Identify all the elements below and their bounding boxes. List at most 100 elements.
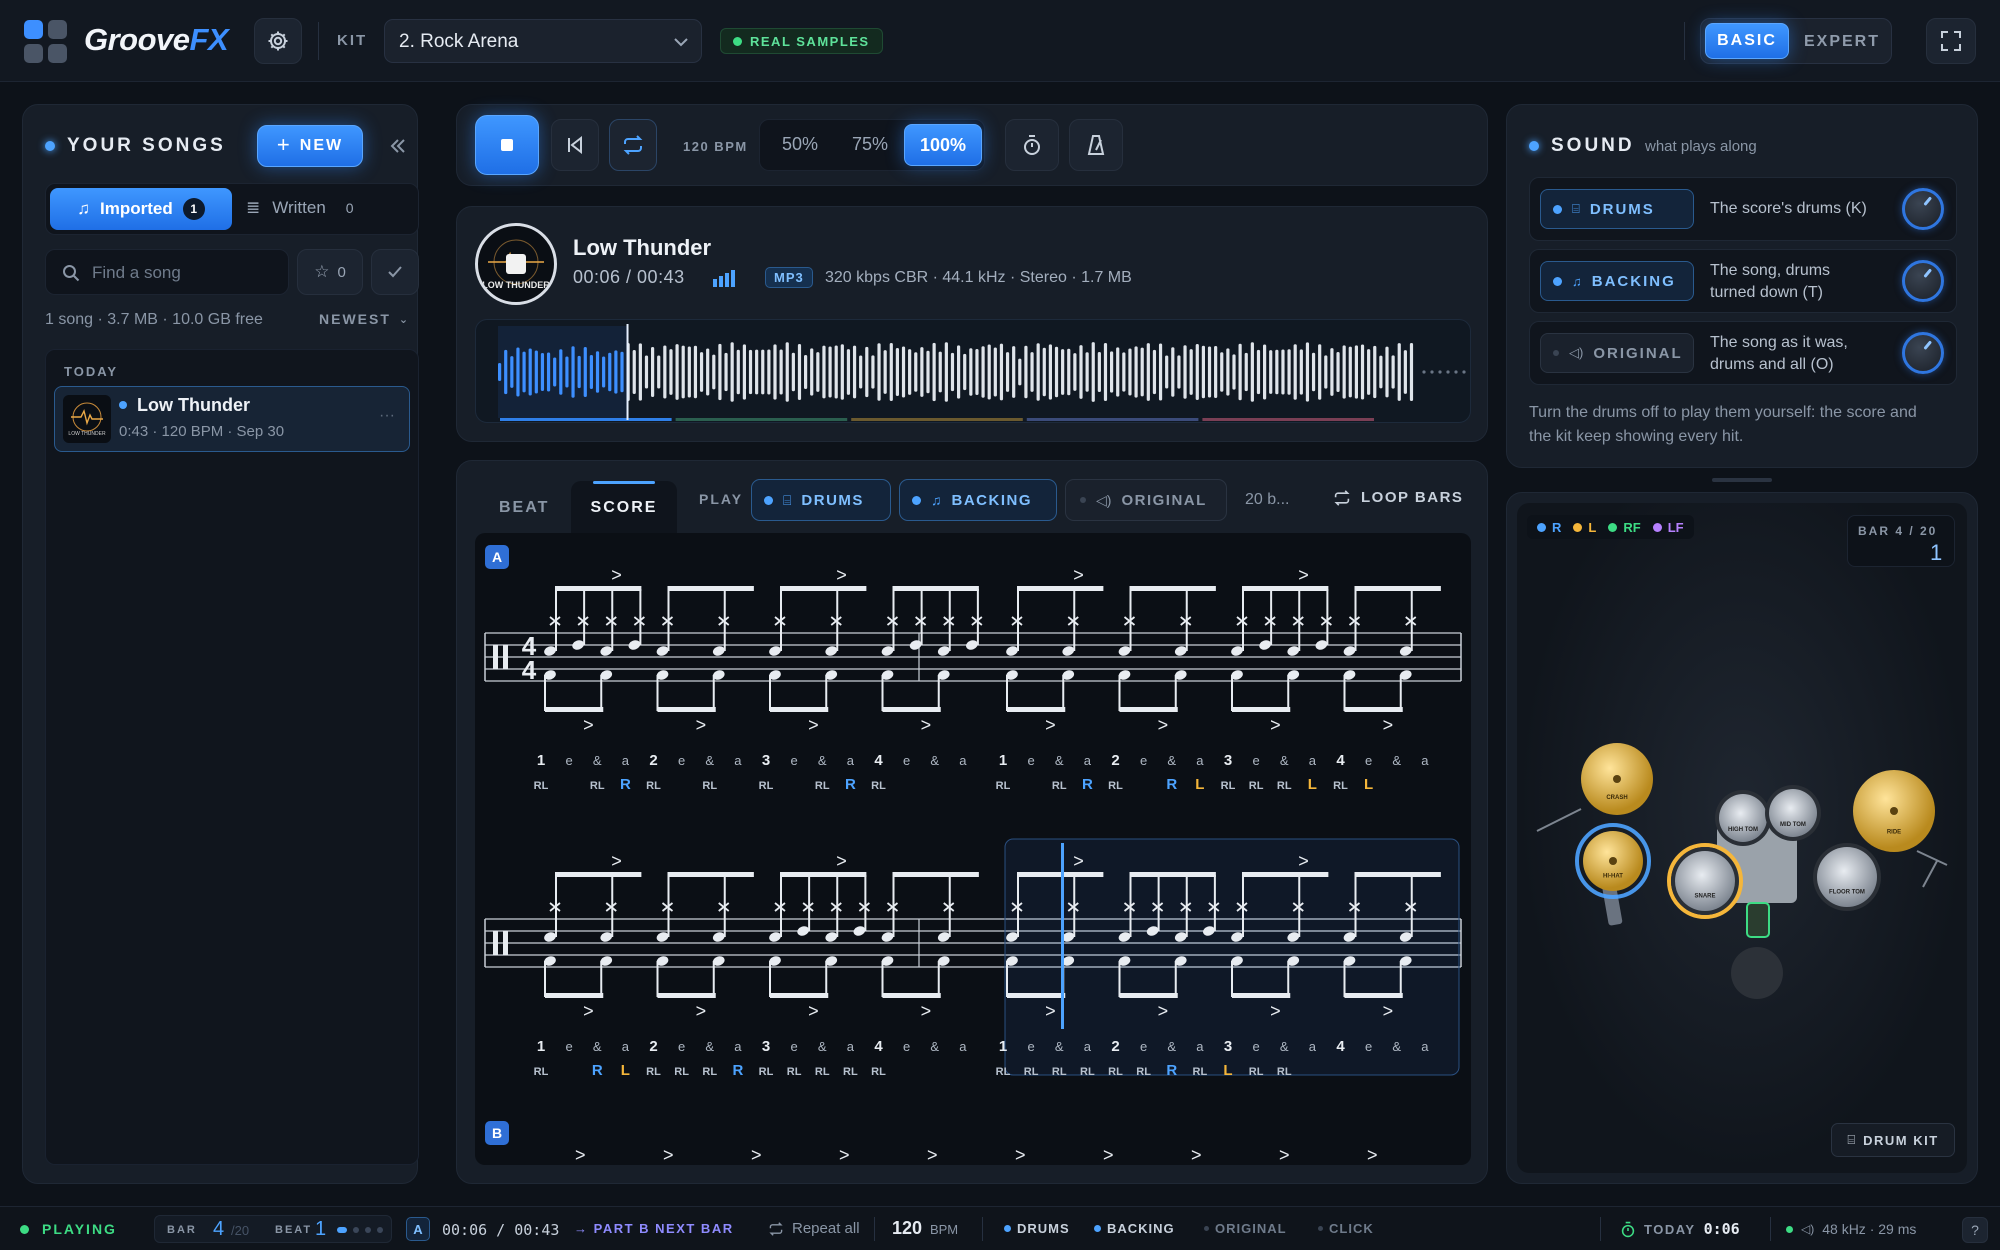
floor-tom: FLOOR TOM [1813, 843, 1881, 911]
accent-mark: > [1367, 1145, 1378, 1165]
sound-toggle[interactable]: ◁) ORIGINAL [1540, 333, 1694, 373]
beat-count: e [903, 753, 910, 768]
waveform-bar [1244, 352, 1248, 392]
status-backing[interactable]: BACKING [1094, 1221, 1175, 1236]
playing-status: PLAYING [42, 1221, 117, 1237]
accent-mark: > [839, 1145, 850, 1165]
settings-button[interactable] [254, 18, 302, 64]
favorites-filter-button[interactable]: ☆ 0 [297, 249, 363, 295]
high-tom: HIGH TOM [1715, 790, 1771, 846]
hand-label: R [732, 1062, 743, 1079]
waveform-bar [877, 343, 881, 401]
beat-count: & [593, 1039, 602, 1054]
waveform-bar [1128, 348, 1132, 396]
beat-count: e [678, 1039, 685, 1054]
loop-bars-button[interactable]: LOOP BARS [1333, 489, 1463, 506]
song-search[interactable]: Find a song [45, 249, 289, 295]
status-time: 00:06 / 00:43 [442, 1221, 560, 1239]
beat-count: e [1253, 1039, 1260, 1054]
beat-count: a [1196, 753, 1204, 768]
speed-75-button[interactable]: 75% [836, 134, 904, 155]
speed-100-button[interactable]: 100% [904, 124, 982, 166]
speed-50-button[interactable]: 50% [766, 134, 834, 155]
mode-basic-button[interactable]: BASIC [1705, 23, 1789, 59]
mode-expert-button[interactable]: EXPERT [1797, 33, 1887, 51]
accent-mark: > [921, 1001, 932, 1021]
beat-count: a [1084, 1039, 1092, 1054]
speaker-icon: ◁) [1096, 491, 1112, 508]
hand-label: RL [1108, 780, 1123, 792]
sort-select[interactable]: NEWEST ⌄ [319, 311, 410, 327]
waveform-bar [651, 346, 655, 398]
new-song-button[interactable]: + NEW [257, 125, 363, 167]
sound-row-original[interactable]: ◁) ORIGINAL The song as it was, drums and a… [1529, 321, 1957, 385]
position-readout: BAR 4 /20 BEAT 1 [154, 1215, 392, 1243]
waveform-bar [1158, 343, 1163, 401]
waveform-bar [969, 348, 973, 396]
bars-select[interactable]: 20 b... [1245, 491, 1289, 509]
song-item[interactable]: LOW THUNDER Low Thunder 0:43 · 120 BPM ·… [54, 386, 410, 452]
svg-text:CRASH: CRASH [1606, 795, 1627, 801]
waveform-bar [1299, 349, 1303, 395]
accent-mark: > [1015, 1145, 1026, 1165]
collapse-panel-icon[interactable] [389, 137, 407, 155]
sound-toggle[interactable]: ♫ BACKING [1540, 261, 1694, 301]
resize-handle[interactable] [1712, 478, 1772, 482]
help-button[interactable]: ? [1962, 1217, 1988, 1243]
repeat-icon [623, 135, 643, 155]
sound-toggle[interactable]: ⌸ DRUMS [1540, 189, 1694, 229]
waveform-bar [1036, 343, 1040, 401]
accent-mark: > [583, 715, 594, 735]
waveform-bar [712, 354, 716, 390]
waveform-bar [761, 349, 765, 395]
beat-count: e [1028, 753, 1035, 768]
sound-row-backing[interactable]: ♫ BACKING The song, drums turned down (T) [1529, 249, 1957, 313]
waveform-bar [883, 350, 887, 394]
select-songs-button[interactable] [371, 249, 419, 295]
accent-mark: > [1045, 715, 1056, 735]
beat-count: 3 [1224, 752, 1232, 769]
rewind-button[interactable] [551, 119, 599, 171]
tab-score[interactable]: SCORE [571, 481, 677, 535]
sound-description: The score's drums (K) [1710, 200, 1867, 217]
volume-knob[interactable] [1902, 260, 1944, 302]
sound-description: The song, drums turned down (T) [1710, 262, 1831, 301]
play-original-toggle[interactable]: ◁) ORIGINAL [1065, 479, 1227, 521]
music-note-icon: ♫ [931, 492, 942, 508]
play-drums-toggle[interactable]: ⌸ DRUMS [751, 479, 891, 521]
kit-select[interactable]: 2. Rock Arena [384, 19, 702, 63]
repeat-all-toggle[interactable]: Repeat all [768, 1220, 860, 1237]
drum-kit-button[interactable]: ⌸ DRUM KIT [1831, 1123, 1955, 1157]
fullscreen-button[interactable] [1926, 18, 1976, 64]
timer-button[interactable] [1005, 119, 1059, 171]
waveform-bar [1165, 355, 1169, 389]
accent-mark: > [696, 1001, 707, 1021]
hand-label: R [592, 1062, 603, 1079]
waveform-bar [1226, 348, 1230, 396]
more-icon[interactable]: ··· [379, 407, 395, 425]
hand-label: RL [1052, 1066, 1067, 1078]
status-drums[interactable]: DRUMS [1004, 1221, 1070, 1236]
status-click[interactable]: CLICK [1318, 1221, 1374, 1236]
metronome-button[interactable] [1069, 119, 1123, 171]
hand-label: RL [759, 1066, 774, 1078]
tab-imported[interactable]: ♫ Imported 1 [50, 188, 232, 230]
sound-row-drums[interactable]: ⌸ DRUMS The score's drums (K) [1529, 177, 1957, 241]
status-original[interactable]: ORIGINAL [1204, 1221, 1287, 1236]
tab-beat[interactable]: BEAT [499, 499, 549, 517]
hand-label: R [620, 776, 631, 793]
accent-mark: > [583, 1001, 594, 1021]
play-backing-toggle[interactable]: ♫ BACKING [899, 479, 1057, 521]
tab-written[interactable]: ≣ Written 0 [246, 198, 354, 218]
drum-throne [1731, 947, 1783, 999]
hand-label: RL [996, 1066, 1011, 1078]
track-details: 320 kbps CBR · 44.1 kHz · Stereo · 1.7 M… [825, 269, 1132, 286]
hand-label: RL [871, 1066, 886, 1078]
score-sheet[interactable]: A B 4 4 > > > > > > > > > > > >1 RL e & RL a R 2 RL e & RL a 3 RL e &… [475, 533, 1471, 1165]
waveform[interactable] [475, 319, 1471, 423]
loop-button[interactable] [609, 119, 657, 171]
waveform-bar [1201, 345, 1205, 399]
volume-knob[interactable] [1902, 188, 1944, 230]
volume-knob[interactable] [1902, 332, 1944, 374]
stop-button[interactable] [475, 115, 539, 175]
